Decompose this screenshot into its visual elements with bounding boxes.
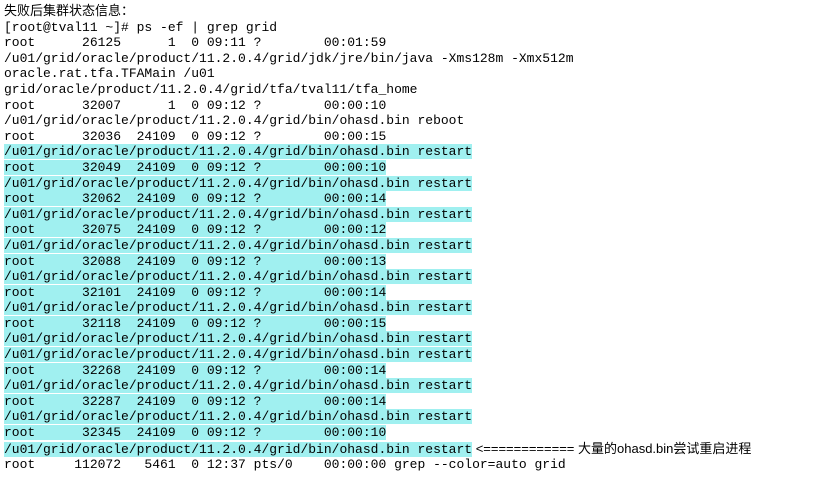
highlighted-text: root 32118 24109 0 09:12 ? 00:00:15	[4, 316, 386, 331]
highlighted-text: root 32287 24109 0 09:12 ? 00:00:14	[4, 394, 386, 409]
shell-prompt: [root@tval11 ~]# ps -ef | grep grid	[4, 20, 830, 36]
section-title: 失败后集群状态信息：	[4, 4, 830, 20]
highlighted-text: root 32088 24109 0 09:12 ? 00:00:13	[4, 254, 386, 269]
ps-line: root 32007 1 0 09:12 ? 00:00:10	[4, 98, 830, 114]
highlighted-text: /u01/grid/oracle/product/11.2.0.4/grid/b…	[4, 269, 472, 284]
ps-line: root 32268 24109 0 09:12 ? 00:00:14	[4, 363, 830, 379]
ps-line: /u01/grid/oracle/product/11.2.0.4/grid/b…	[4, 409, 830, 425]
highlighted-text: root 32101 24109 0 09:12 ? 00:00:14	[4, 285, 386, 300]
highlighted-text: root 32049 24109 0 09:12 ? 00:00:10	[4, 160, 386, 175]
ps-line: /u01/grid/oracle/product/11.2.0.4/grid/b…	[4, 378, 830, 394]
ps-line: /u01/grid/oracle/product/11.2.0.4/grid/b…	[4, 176, 830, 192]
ps-line: oracle.rat.tfa.TFAMain /u01	[4, 66, 830, 82]
highlighted-text: /u01/grid/oracle/product/11.2.0.4/grid/b…	[4, 409, 472, 424]
highlighted-text: /u01/grid/oracle/product/11.2.0.4/grid/b…	[4, 238, 472, 253]
ps-line: root 32101 24109 0 09:12 ? 00:00:14	[4, 285, 830, 301]
ps-line: root 32287 24109 0 09:12 ? 00:00:14	[4, 394, 830, 410]
highlighted-text: /u01/grid/oracle/product/11.2.0.4/grid/b…	[4, 207, 472, 222]
highlighted-text: root 32075 24109 0 09:12 ? 00:00:12	[4, 222, 386, 237]
terminal-output: 失败后集群状态信息： [root@tval11 ~]# ps -ef | gre…	[4, 4, 830, 473]
highlighted-text: /u01/grid/oracle/product/11.2.0.4/grid/b…	[4, 300, 472, 315]
ps-line: root 32118 24109 0 09:12 ? 00:00:15	[4, 316, 830, 332]
highlighted-text: root 32268 24109 0 09:12 ? 00:00:14	[4, 363, 386, 378]
ps-line: grid/oracle/product/11.2.0.4/grid/tfa/tv…	[4, 82, 830, 98]
ps-line: /u01/grid/oracle/product/11.2.0.4/grid/b…	[4, 269, 830, 285]
ps-line: root 26125 1 0 09:11 ? 00:01:59	[4, 35, 830, 51]
ps-line: root 32088 24109 0 09:12 ? 00:00:13	[4, 254, 830, 270]
ps-line: /u01/grid/oracle/product/11.2.0.4/grid/b…	[4, 300, 830, 316]
ps-line: root 32049 24109 0 09:12 ? 00:00:10	[4, 160, 830, 176]
ps-line: root 32345 24109 0 09:12 ? 00:00:10	[4, 425, 830, 441]
ps-line: /u01/grid/oracle/product/11.2.0.4/grid/b…	[4, 347, 830, 363]
note-text: 大量的ohasd.bin尝试重启进程	[578, 441, 751, 456]
ps-line: /u01/grid/oracle/product/11.2.0.4/grid/j…	[4, 51, 830, 67]
grep-line: root 112072 5461 0 12:37 pts/0 00:00:00 …	[4, 457, 830, 473]
highlighted-text: root 32345 24109 0 09:12 ? 00:00:10	[4, 425, 386, 440]
ps-line: root 32062 24109 0 09:12 ? 00:00:14	[4, 191, 830, 207]
ps-line: /u01/grid/oracle/product/11.2.0.4/grid/b…	[4, 207, 830, 223]
ps-line: /u01/grid/oracle/product/11.2.0.4/grid/b…	[4, 238, 830, 254]
ps-line: root 32036 24109 0 09:12 ? 00:00:15	[4, 129, 830, 145]
highlighted-text: root 32062 24109 0 09:12 ? 00:00:14	[4, 191, 386, 206]
ps-line: /u01/grid/oracle/product/11.2.0.4/grid/b…	[4, 113, 830, 129]
restart-path: /u01/grid/oracle/product/11.2.0.4/grid/b…	[4, 442, 472, 457]
process-list: root 26125 1 0 09:11 ? 00:01:59/u01/grid…	[4, 35, 830, 440]
highlighted-text: /u01/grid/oracle/product/11.2.0.4/grid/b…	[4, 378, 472, 393]
highlighted-text: /u01/grid/oracle/product/11.2.0.4/grid/b…	[4, 176, 472, 191]
highlighted-text: /u01/grid/oracle/product/11.2.0.4/grid/b…	[4, 331, 472, 346]
ps-line: /u01/grid/oracle/product/11.2.0.4/grid/b…	[4, 331, 830, 347]
annotated-line: /u01/grid/oracle/product/11.2.0.4/grid/b…	[4, 441, 830, 458]
ps-line: root 32075 24109 0 09:12 ? 00:00:12	[4, 222, 830, 238]
arrow-annotation: <============	[472, 441, 578, 456]
highlighted-text: /u01/grid/oracle/product/11.2.0.4/grid/b…	[4, 347, 472, 362]
highlighted-text: /u01/grid/oracle/product/11.2.0.4/grid/b…	[4, 144, 472, 159]
ps-line: /u01/grid/oracle/product/11.2.0.4/grid/b…	[4, 144, 830, 160]
